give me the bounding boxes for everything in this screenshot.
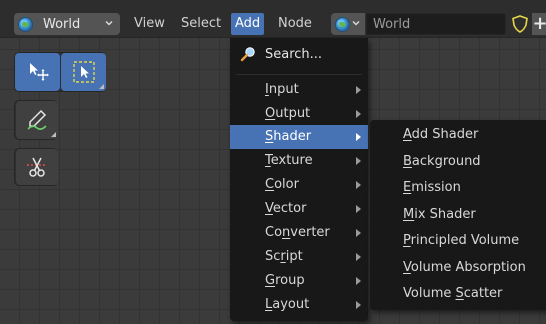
- add-menu-item-layout[interactable]: Layout: [230, 293, 368, 317]
- add-menu-item-converter[interactable]: Converter: [230, 221, 368, 245]
- chevron-down-icon: [104, 18, 114, 28]
- annotate-tool[interactable]: [16, 101, 58, 139]
- shader-type-selector[interactable]: [331, 13, 365, 35]
- submenu-arrow-icon: [356, 205, 361, 213]
- world-name-field[interactable]: World: [366, 13, 506, 35]
- new-world-button[interactable]: +: [532, 13, 546, 35]
- submenu-arrow-icon: [356, 253, 361, 261]
- search-icon: [240, 47, 255, 62]
- tool-options-corner: [51, 132, 56, 137]
- select-box-tool[interactable]: [61, 53, 106, 91]
- menu-view[interactable]: View: [130, 13, 169, 35]
- submenu-arrow-icon: [356, 86, 361, 94]
- shader-item-volume-scatter[interactable]: Volume Scatter: [370, 281, 546, 307]
- shader-item-mix-shader[interactable]: Mix Shader: [370, 202, 546, 228]
- menu-add[interactable]: Add: [231, 13, 265, 35]
- select-box-icon: [72, 61, 95, 83]
- fake-user-button[interactable]: [509, 13, 531, 35]
- links-cut-tool[interactable]: [16, 149, 58, 185]
- world-globe-icon: [335, 16, 350, 32]
- menu-select[interactable]: Select: [177, 13, 225, 35]
- world-selector[interactable]: World: [14, 13, 120, 35]
- cut-tool-group: [14, 148, 58, 186]
- search-label: Search...: [265, 46, 323, 62]
- add-menu-item-output[interactable]: Output: [230, 102, 368, 126]
- node-editor-header: World View Select Add Node World +: [0, 0, 546, 38]
- annotate-pen-icon: [27, 109, 47, 130]
- add-menu-item-input[interactable]: Input: [230, 78, 368, 102]
- add-menu-item-group[interactable]: Group: [230, 269, 368, 293]
- shader-item-add-shader[interactable]: Add Shader: [370, 122, 546, 148]
- menu-separator: [236, 74, 362, 75]
- shield-icon: [512, 15, 528, 33]
- shader-item-principled-volume[interactable]: Principled Volume: [370, 228, 546, 254]
- world-selector-label: World: [43, 16, 81, 32]
- add-menu-item-script[interactable]: Script: [230, 245, 368, 269]
- shader-submenu: Add Shader Background Emission Mix Shade…: [370, 120, 546, 310]
- add-menu-item-texture[interactable]: Texture: [230, 149, 368, 173]
- menu-node[interactable]: Node: [274, 13, 316, 35]
- submenu-arrow-icon: [356, 181, 361, 189]
- submenu-arrow-icon: [356, 229, 361, 237]
- move-tool[interactable]: [15, 53, 60, 91]
- submenu-arrow-icon: [356, 110, 361, 118]
- scissors-icon: [27, 157, 47, 177]
- add-search-item[interactable]: Search...: [230, 41, 368, 67]
- submenu-arrow-icon: [356, 301, 361, 309]
- select-tool-group: [14, 52, 106, 92]
- chevron-down-icon: [351, 18, 361, 28]
- add-menu-item-vector[interactable]: Vector: [230, 197, 368, 221]
- add-menu-item-shader[interactable]: Shader: [230, 125, 368, 149]
- add-menu-dropdown: Search... Input Output Shader Texture Co…: [230, 38, 368, 321]
- annotate-tool-group: [14, 100, 58, 140]
- world-globe-icon: [18, 16, 33, 32]
- tool-options-corner: [99, 84, 104, 89]
- submenu-arrow-icon: [356, 277, 361, 285]
- shader-item-volume-absorption[interactable]: Volume Absorption: [370, 255, 546, 281]
- move-cursor-icon: [29, 63, 49, 81]
- submenu-arrow-icon: [356, 133, 361, 141]
- submenu-arrow-icon: [356, 157, 361, 165]
- shader-item-background[interactable]: Background: [370, 149, 546, 175]
- add-menu-item-color[interactable]: Color: [230, 173, 368, 197]
- shader-item-emission[interactable]: Emission: [370, 175, 546, 201]
